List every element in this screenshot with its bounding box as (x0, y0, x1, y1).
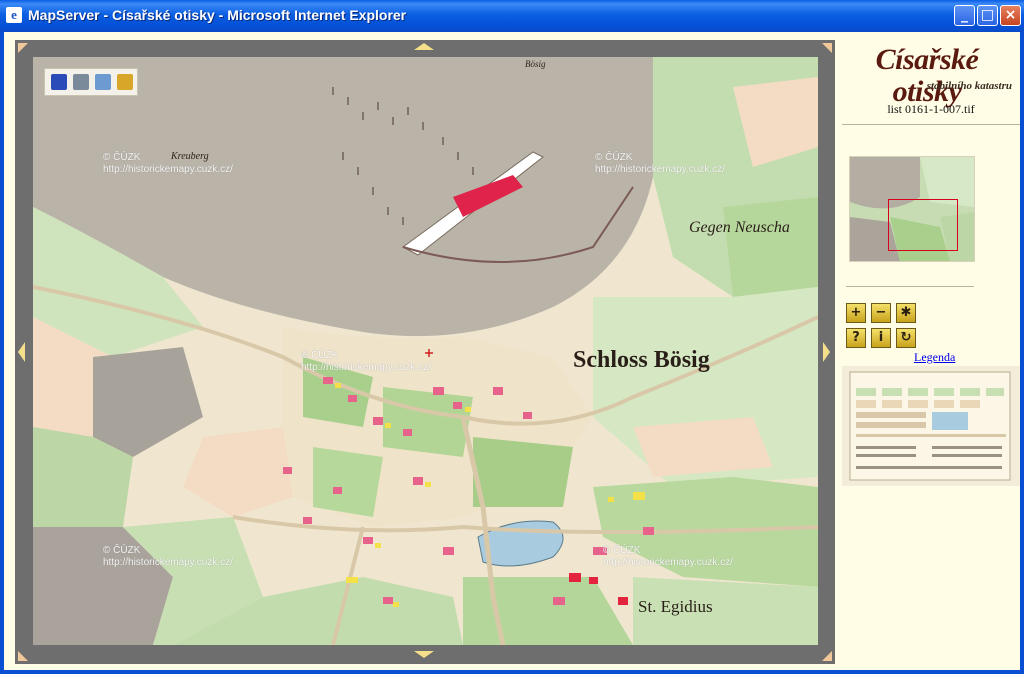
watermark: © ČÚZK http://historickemapy.cuzk.cz/ (103, 152, 233, 176)
watermark: © ČÚZK http://historickemapy.cuzk.cz/ (103, 545, 233, 569)
info-button[interactable]: i (871, 328, 891, 348)
watermark-line2: http://historickemapy.cuzk.cz/ (603, 557, 733, 568)
watermark: © ČÚZK http://historickemapy.cuzk.cz/ (603, 545, 733, 569)
watermark-line1: © ČÚZK (103, 152, 141, 163)
help-icon: ? (852, 330, 860, 345)
email-icon[interactable] (95, 74, 111, 90)
watermark-line2: http://historickemapy.cuzk.cz/ (103, 164, 233, 175)
minimize-button[interactable]: _ (954, 5, 975, 26)
map-canvas[interactable]: © ČÚZK http://historickemapy.cuzk.cz/ © … (33, 57, 818, 645)
info-icon: i (878, 330, 884, 345)
watermark-line2: http://historickemapy.cuzk.cz/ (103, 557, 233, 568)
pan-northwest-arrow[interactable] (18, 43, 28, 53)
divider (842, 124, 1020, 125)
pan-east-arrow[interactable] (823, 342, 830, 362)
ie-page-icon: e (6, 7, 22, 23)
map-toolbar (44, 68, 138, 96)
help-button[interactable]: ? (846, 328, 866, 348)
map-label-village: St. Egidius (638, 597, 713, 616)
map-label-east: Gegen Neuscha (689, 219, 790, 236)
watermark-line1: © ČÚZK (103, 545, 141, 556)
close-icon: × (1004, 7, 1017, 23)
window-border-right (1020, 32, 1024, 674)
overview-map[interactable] (849, 156, 975, 262)
window-border-bottom (0, 670, 1024, 674)
zoom-in-button[interactable]: + (846, 303, 866, 323)
pan-north-arrow[interactable] (414, 43, 434, 50)
refresh-icon: ↻ (900, 330, 912, 345)
app-logo-title: Císařské otisky (875, 43, 979, 108)
maximize-button[interactable]: □ (977, 5, 998, 26)
refresh-button[interactable]: ↻ (896, 328, 916, 348)
sheet-name: list 0161-1-007.tif (887, 102, 975, 116)
pan-southwest-arrow[interactable] (18, 651, 28, 661)
watermark-line1: © ČÚZK (301, 350, 339, 361)
legend-thumbnail[interactable] (842, 366, 1020, 486)
watermark-line1: © ČÚZK (595, 152, 633, 163)
pan-northeast-arrow[interactable] (822, 43, 832, 53)
window-title: MapServer - Císařské otisky - Microsoft … (28, 7, 407, 23)
zoom-out-icon: − (875, 305, 887, 320)
map-label-top: Bösig (525, 59, 546, 69)
watermark: © ČÚZK http://historickemapy.cuzk.cz/ (301, 350, 431, 374)
map-label-hill: Kreuberg (171, 151, 209, 162)
minimize-icon: _ (961, 7, 968, 23)
zoom-in-icon: + (850, 305, 862, 320)
full-extent-button[interactable]: ✱ (896, 303, 916, 323)
save-icon[interactable] (51, 74, 67, 90)
export-icon[interactable] (117, 74, 133, 90)
overview-extent-box[interactable] (888, 199, 958, 251)
zoom-out-button[interactable]: − (871, 303, 891, 323)
pan-southeast-arrow[interactable] (822, 651, 832, 661)
legend-image (849, 371, 1011, 481)
watermark: © ČÚZK http://historickemapy.cuzk.cz/ (595, 152, 725, 176)
watermark-line1: © ČÚZK (603, 545, 641, 556)
divider (846, 286, 974, 287)
full-extent-icon: ✱ (900, 305, 912, 320)
map-label-castle: Schloss Bösig (573, 347, 710, 373)
maximize-icon: □ (980, 7, 995, 23)
pan-west-arrow[interactable] (18, 342, 25, 362)
legend-link[interactable]: Legenda (914, 350, 955, 365)
app-logo-subtitle: stabilního katastru (926, 80, 1012, 92)
pan-south-arrow[interactable] (414, 651, 434, 658)
print-icon[interactable] (73, 74, 89, 90)
watermark-line2: http://historickemapy.cuzk.cz/ (595, 164, 725, 175)
close-button[interactable]: × (1000, 5, 1021, 26)
title-bar[interactable]: e MapServer - Císařské otisky - Microsof… (0, 0, 1024, 32)
watermark-line2: http://historickemapy.cuzk.cz/ (301, 362, 431, 373)
